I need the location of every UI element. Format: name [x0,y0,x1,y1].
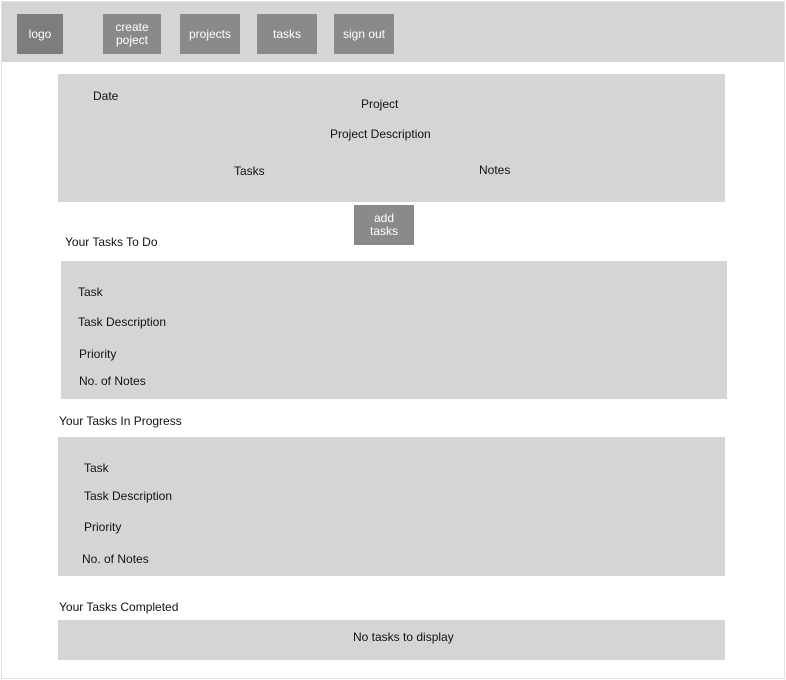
in-progress-heading: Your Tasks In Progress [59,414,182,428]
in-progress-task-notes-count: No. of Notes [82,552,149,566]
project-tasks-label: Tasks [234,164,265,178]
in-progress-task-card[interactable]: Task Task Description Priority No. of No… [58,437,725,576]
in-progress-task-description: Task Description [84,489,173,503]
create-project-button[interactable]: create poject [103,14,161,54]
sign-out-button[interactable]: sign out [334,14,394,54]
project-notes-label: Notes [479,163,511,177]
tasks-button[interactable]: tasks [257,14,317,54]
empty-state-message: No tasks to display [353,630,454,644]
todo-task-title: Task [78,285,103,299]
project-card[interactable]: Date Project Project Description Tasks N… [58,74,725,202]
todo-task-notes-count: No. of Notes [79,374,146,388]
completed-tasks-panel: No tasks to display [58,620,725,660]
add-tasks-button[interactable]: add tasks [354,205,414,245]
todo-task-description: Task Description [78,315,167,329]
project-title: Project [361,97,399,111]
todo-task-priority: Priority [79,347,117,361]
project-date: Date [93,89,119,103]
todo-task-card[interactable]: Task Task Description Priority No. of No… [61,261,727,399]
project-description: Project Description [330,127,431,141]
logo: logo [17,14,63,54]
completed-heading: Your Tasks Completed [59,600,179,614]
projects-button[interactable]: projects [180,14,240,54]
in-progress-task-title: Task [84,461,109,475]
in-progress-task-priority: Priority [84,520,122,534]
todo-heading: Your Tasks To Do [65,235,158,249]
top-nav-bar: logo create poject projects tasks sign o… [2,2,784,62]
